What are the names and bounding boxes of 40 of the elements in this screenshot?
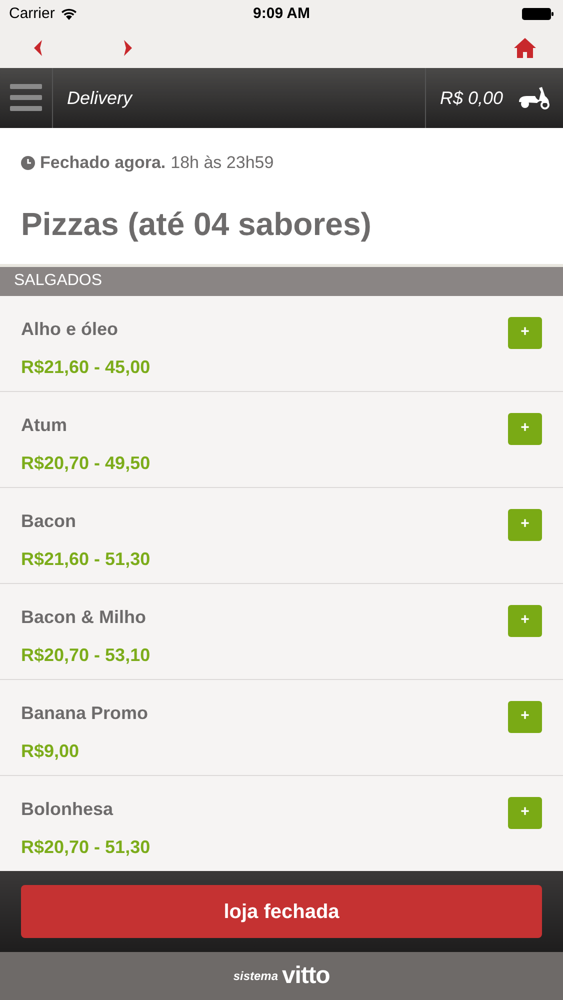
product-price: R$20,70 - 49,50 xyxy=(21,452,150,474)
product-row[interactable]: Bacon & Milho R$20,70 - 53,10 + xyxy=(0,584,563,680)
section-header: SALGADOS xyxy=(0,266,563,296)
menu-icon xyxy=(10,84,42,112)
cart-total: R$ 0,00 xyxy=(440,86,503,110)
page-title: Delivery xyxy=(67,86,132,110)
footer-prefix: sistema xyxy=(233,968,278,985)
store-closed-button[interactable]: loja fechada xyxy=(21,885,542,938)
product-price: R$20,70 - 53,10 xyxy=(21,644,150,666)
add-button[interactable]: + xyxy=(508,700,542,732)
product-row[interactable]: Bacon R$21,60 - 51,30 + xyxy=(0,488,563,584)
brand-logo: vitto xyxy=(282,961,330,991)
add-button[interactable]: + xyxy=(508,316,542,348)
scooter-icon xyxy=(517,86,551,110)
product-name: Bacon & Milho xyxy=(21,606,147,628)
product-name: Alho e óleo xyxy=(21,318,120,340)
product-name: Bolonhesa xyxy=(21,798,114,820)
product-row[interactable]: Banana Promo R$9,00 + xyxy=(0,680,563,776)
add-button[interactable]: + xyxy=(508,412,542,444)
product-price: R$21,60 - 51,30 xyxy=(21,548,150,570)
product-price: R$9,00 xyxy=(21,740,80,762)
battery-icon xyxy=(522,8,554,20)
home-button[interactable] xyxy=(513,37,537,59)
product-row[interactable]: Atum R$20,70 - 49,50 + xyxy=(0,392,563,488)
product-row[interactable]: Alho e óleo R$21,60 - 45,00 + xyxy=(0,296,563,392)
product-name: Banana Promo xyxy=(21,702,148,724)
add-button[interactable]: + xyxy=(508,796,542,828)
wifi-icon xyxy=(60,8,77,20)
add-button[interactable]: + xyxy=(508,604,542,636)
product-price: R$20,70 - 51,30 xyxy=(21,836,150,858)
store-status: Fechado agora. xyxy=(40,152,166,174)
product-name: Bacon xyxy=(21,510,78,532)
category-title: Pizzas (até 04 sabores) xyxy=(21,204,372,244)
carrier-label: Carrier xyxy=(9,4,55,24)
store-hours: 18h às 23h59 xyxy=(170,152,274,174)
product-price: R$21,60 - 45,00 xyxy=(21,356,150,378)
clock-time: 9:09 AM xyxy=(253,4,310,24)
product-name: Atum xyxy=(21,414,68,436)
add-button[interactable]: + xyxy=(508,508,542,540)
clock-icon xyxy=(21,156,35,170)
